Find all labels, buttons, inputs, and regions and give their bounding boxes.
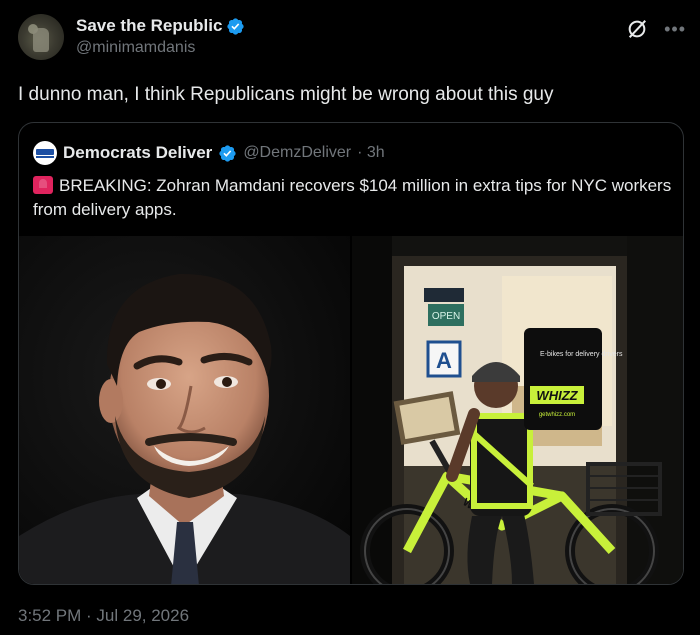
grok-icon[interactable] — [626, 18, 648, 40]
delivery-scene-illustration: OPEN A WHIZZ — [352, 236, 683, 584]
avatar[interactable] — [18, 14, 64, 60]
author-block: Save the Republic @minimamdanis — [76, 16, 245, 57]
author-name-row[interactable]: Save the Republic — [76, 16, 245, 36]
quoted-post-text-block: BREAKING: Zohran Mamdani recovers $104 m… — [33, 174, 673, 222]
post-actions-top: ••• — [626, 18, 686, 40]
quoted-author-handle[interactable]: @DemzDeliver — [243, 144, 351, 162]
quoted-post-text: BREAKING: Zohran Mamdani recovers $104 m… — [33, 176, 672, 219]
author-handle[interactable]: @minimamdanis — [76, 39, 245, 57]
verified-badge-icon — [227, 17, 245, 35]
bag-brand: WHIZZ — [536, 388, 578, 403]
bag-tagline: E-bikes for delivery drivers — [540, 351, 623, 358]
quoted-media[interactable]: OPEN A WHIZZ — [19, 236, 683, 584]
quoted-post[interactable]: Democrats Deliver @DemzDeliver · 3h BREA… — [18, 122, 684, 585]
siren-emoji-icon — [33, 176, 53, 194]
more-icon[interactable]: ••• — [664, 20, 686, 38]
photo-delivery-worker[interactable]: OPEN A WHIZZ — [352, 236, 683, 584]
quoted-avatar-logo — [36, 149, 54, 155]
avatar-figure-body — [33, 28, 49, 52]
bag-url: getwhizz.com — [539, 412, 575, 418]
quoted-avatar[interactable] — [33, 141, 57, 165]
portrait-illustration — [19, 236, 350, 584]
open-sign: OPEN — [432, 311, 460, 322]
photo-portrait[interactable] — [19, 236, 350, 584]
quoted-post-age: · 3h — [357, 144, 385, 161]
quoted-avatar-text-mark — [36, 156, 54, 158]
quoted-post-header: Democrats Deliver @DemzDeliver · 3h — [33, 141, 385, 165]
author-name[interactable]: Save the Republic — [76, 16, 222, 36]
quoted-author-name[interactable]: Democrats Deliver — [63, 143, 212, 163]
post-header: Save the Republic @minimamdanis ••• — [18, 14, 686, 62]
post-text: I dunno man, I think Republicans might b… — [18, 84, 554, 105]
post-timestamp[interactable]: 3:52 PM · Jul 29, 2026 — [18, 606, 189, 626]
grade-a-sign: A — [436, 348, 452, 373]
verified-badge-icon — [219, 144, 236, 162]
